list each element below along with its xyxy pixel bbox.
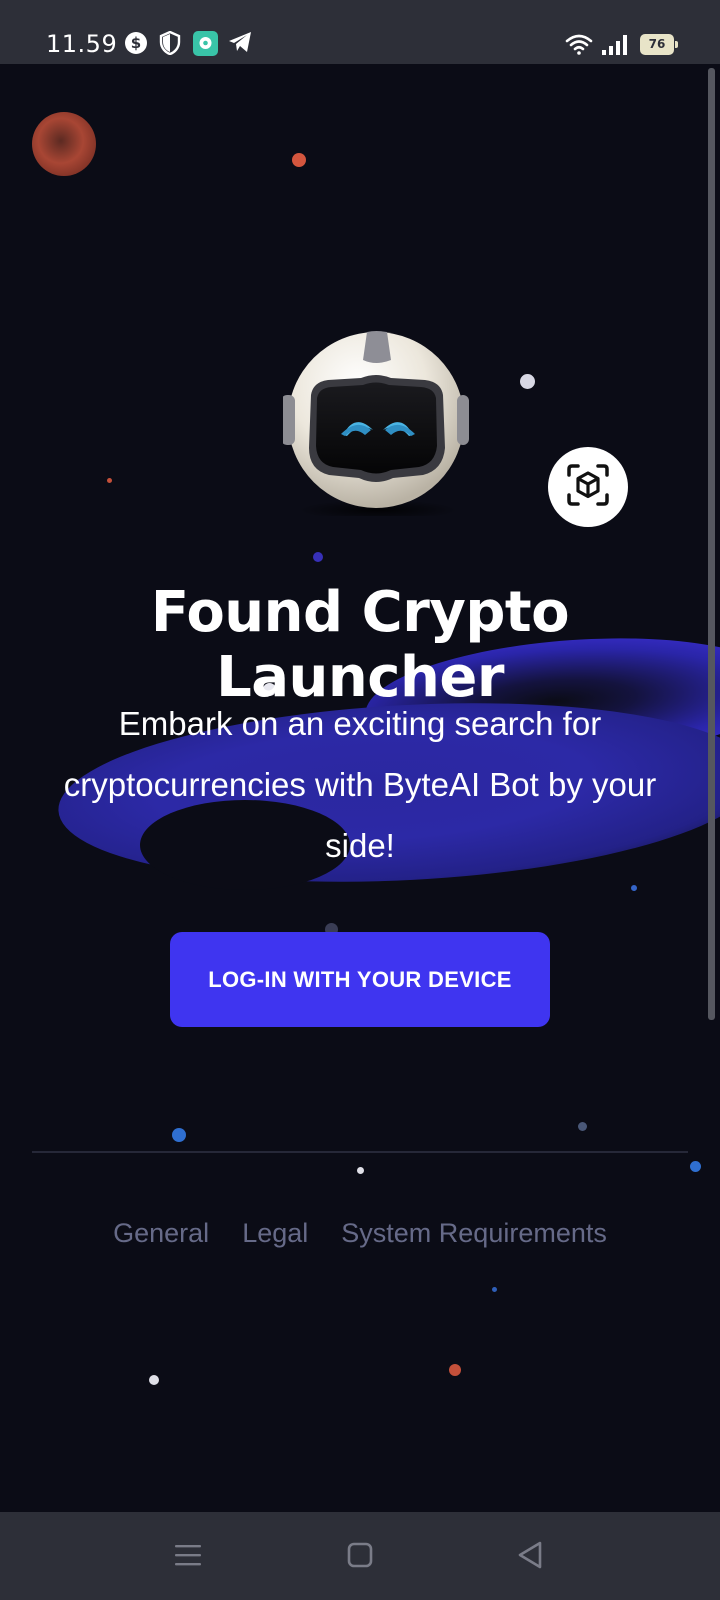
page-title: Found Crypto Launcher [150, 580, 570, 710]
footer-links: General Legal System Requirements [0, 1218, 720, 1249]
app-screen: 11.59 $ 76 Found Crypto Launcher Embark … [0, 0, 720, 1600]
back-button[interactable] [505, 1532, 555, 1582]
footer-divider [32, 1151, 688, 1153]
home-button[interactable] [335, 1532, 385, 1582]
navigation-bar [0, 1512, 720, 1600]
login-with-device-button[interactable]: LOG-IN WITH YOUR DEVICE [170, 932, 550, 1027]
status-time: 11.59 [46, 30, 118, 58]
robot-mascot-icon [281, 330, 469, 520]
star-dot [690, 1161, 701, 1172]
star-dot [149, 1375, 159, 1385]
star-dot [292, 153, 306, 167]
star-dot [492, 1287, 497, 1292]
star-dot [520, 374, 535, 389]
menu-icon [174, 1542, 202, 1573]
chat-app-icon [193, 31, 218, 61]
signal-icon [602, 35, 628, 60]
svg-text:$: $ [131, 34, 141, 52]
ar-view-button[interactable] [548, 447, 628, 527]
dollar-circle-icon: $ [124, 31, 148, 60]
scrollbar[interactable] [708, 68, 715, 1020]
ar-cube-icon [566, 463, 610, 512]
page-subtitle: Embark on an exciting search for cryptoc… [63, 705, 657, 864]
status-bar: 11.59 $ 76 [0, 0, 720, 64]
wifi-icon [565, 33, 593, 60]
footer-link-legal[interactable]: Legal [242, 1218, 308, 1249]
star-dot [578, 1122, 587, 1131]
menu-button[interactable] [163, 1532, 213, 1582]
battery-icon: 76 [640, 34, 678, 55]
star-dot [313, 552, 323, 562]
star-dot [449, 1364, 461, 1376]
star-dot [631, 885, 637, 891]
footer-link-general[interactable]: General [113, 1218, 209, 1249]
planet-decoration [32, 112, 96, 176]
back-triangle-icon [516, 1540, 544, 1575]
footer-link-system-requirements[interactable]: System Requirements [341, 1218, 607, 1249]
star-dot [172, 1128, 186, 1142]
shield-icon [159, 30, 181, 60]
telegram-icon [228, 31, 252, 58]
star-dot [357, 1167, 364, 1174]
star-dot [107, 478, 112, 483]
home-square-icon [347, 1542, 373, 1573]
